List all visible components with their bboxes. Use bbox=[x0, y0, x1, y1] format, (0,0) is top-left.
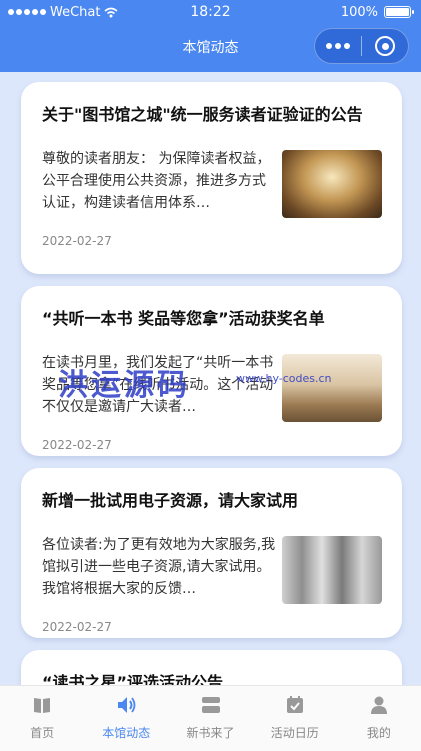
clock: 18:22 bbox=[190, 4, 231, 20]
tab-mine[interactable]: 我的 bbox=[337, 686, 421, 751]
news-thumbnail bbox=[282, 150, 382, 218]
news-title: “共听一本书 奖品等您拿”活动获奖名单 bbox=[42, 309, 325, 328]
book-icon bbox=[31, 694, 53, 716]
watermark-url: www.hy-codes.cn bbox=[236, 372, 332, 385]
news-summary: 尊敬的读者朋友： 为保障读者权益，公平合理使用公共资源，推进多方式认证，构建读者… bbox=[42, 151, 271, 211]
tab-bar: 首页 本馆动态 新书来了 活动日历 我的 bbox=[0, 685, 421, 751]
news-thumbnail bbox=[282, 354, 382, 422]
page-title: 本馆动态 bbox=[182, 40, 239, 56]
carrier-label: WeChat bbox=[50, 4, 101, 20]
news-card[interactable]: “读书之星”评选活动公告 bbox=[21, 650, 402, 685]
wifi-icon bbox=[104, 7, 118, 17]
watermark-text: 洪运源码 bbox=[58, 368, 190, 403]
calendar-icon bbox=[284, 694, 306, 716]
tab-news[interactable]: 本馆动态 bbox=[84, 686, 168, 751]
tab-label: 首页 bbox=[30, 726, 55, 740]
user-icon bbox=[368, 694, 390, 716]
news-thumbnail bbox=[282, 536, 382, 604]
news-title: 新增一批试用电子资源，请大家试用 bbox=[42, 491, 299, 510]
status-bar: WeChat 18:22 100% bbox=[0, 0, 421, 24]
tab-label: 本馆动态 bbox=[102, 726, 151, 740]
tab-new-books[interactable]: 新书来了 bbox=[168, 686, 252, 751]
books-stack-icon bbox=[200, 694, 222, 716]
tab-label: 新书来了 bbox=[186, 726, 235, 740]
mini-program-capsule bbox=[314, 28, 409, 64]
news-date: 2022-02-27 bbox=[42, 620, 112, 634]
news-card[interactable]: 关于"图书馆之城"统一服务读者证验证的公告 尊敬的读者朋友： 为保障读者权益，公… bbox=[21, 82, 402, 274]
news-summary: 各位读者:为了更有效地为大家服务,我馆拟引进一些电子资源,请大家试用。我馆将根据… bbox=[42, 537, 276, 597]
news-card[interactable]: 新增一批试用电子资源，请大家试用 各位读者:为了更有效地为大家服务,我馆拟引进一… bbox=[21, 468, 402, 638]
header: WeChat 18:22 100% 本馆动态 bbox=[0, 0, 421, 72]
nav-bar: 本馆动态 bbox=[0, 24, 421, 70]
more-icon[interactable] bbox=[315, 43, 361, 49]
news-title: 关于"图书馆之城"统一服务读者证验证的公告 bbox=[42, 105, 363, 124]
tab-label: 活动日历 bbox=[270, 726, 319, 740]
news-date: 2022-02-27 bbox=[42, 234, 112, 248]
close-icon[interactable] bbox=[362, 36, 408, 56]
battery-icon bbox=[384, 6, 414, 18]
speaker-icon bbox=[115, 694, 137, 716]
tab-label: 我的 bbox=[366, 726, 391, 740]
tab-home[interactable]: 首页 bbox=[0, 686, 84, 751]
news-date: 2022-02-27 bbox=[42, 438, 112, 452]
signal-icon bbox=[8, 9, 46, 15]
news-title: “读书之星”评选活动公告 bbox=[42, 673, 224, 685]
battery-percent: 100% bbox=[340, 4, 378, 20]
tab-calendar[interactable]: 活动日历 bbox=[253, 686, 337, 751]
